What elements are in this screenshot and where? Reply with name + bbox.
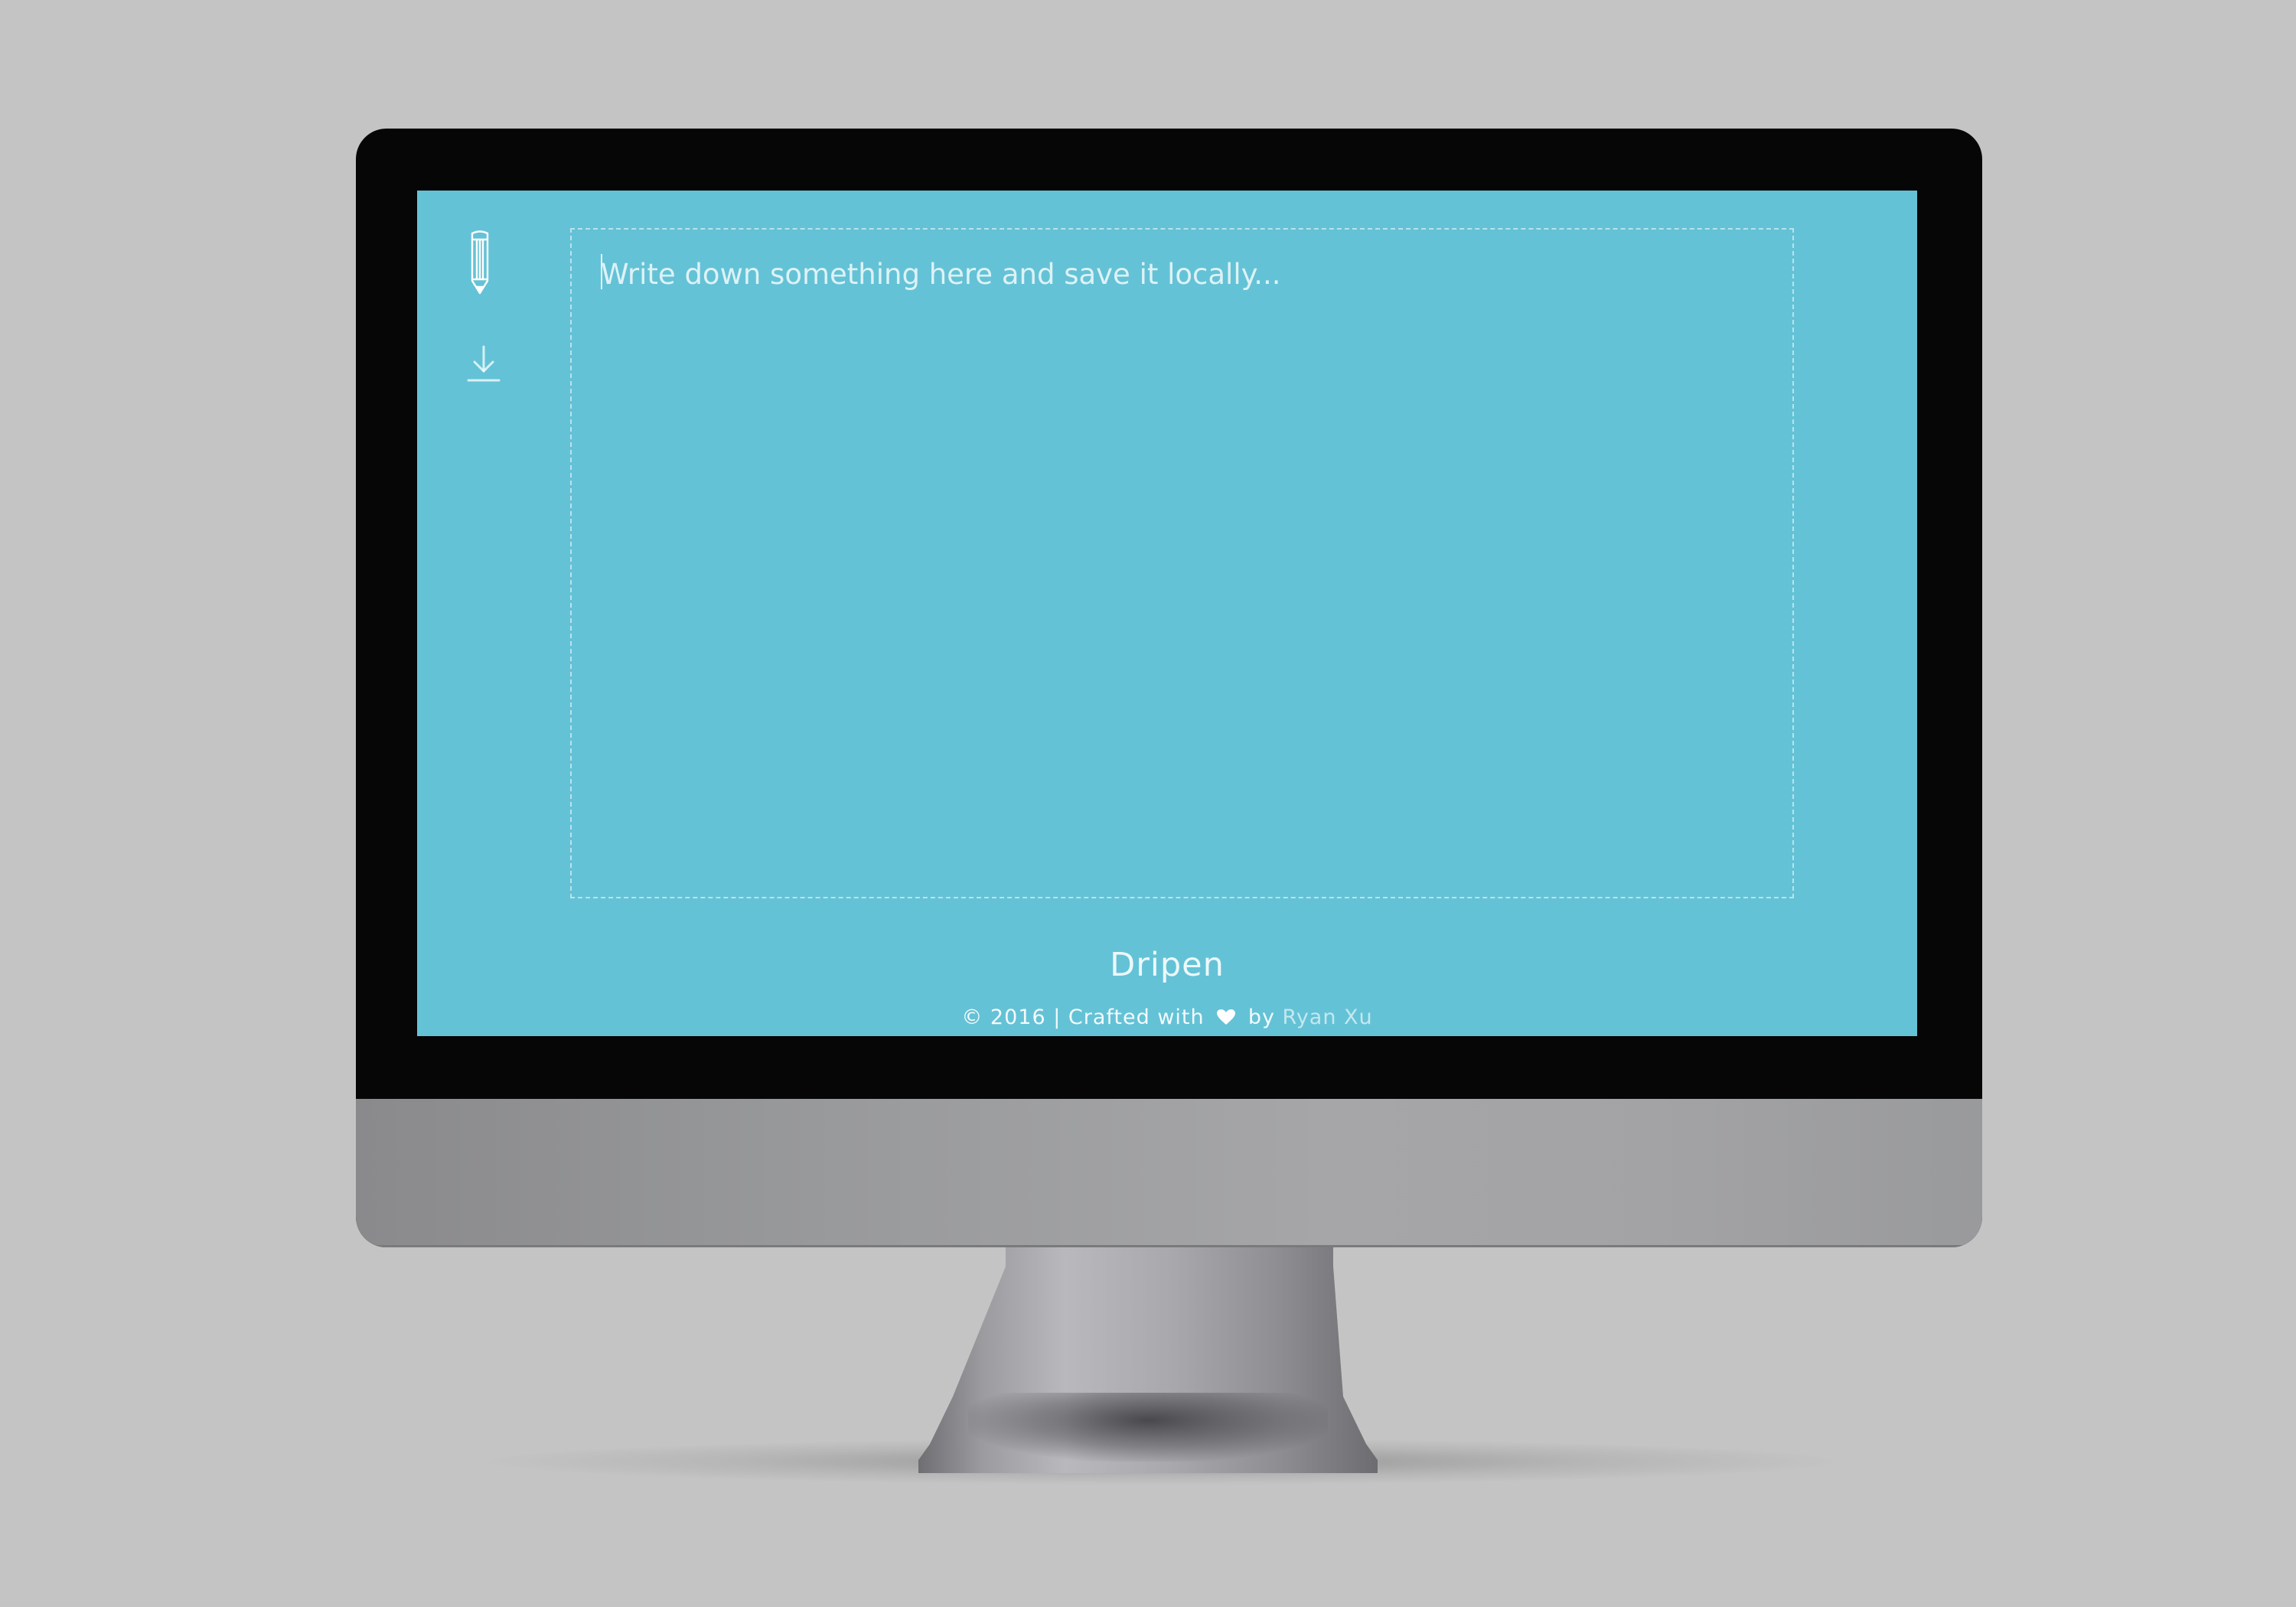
author-link[interactable]: Ryan Xu <box>1283 1006 1373 1029</box>
download-icon[interactable] <box>466 344 501 383</box>
note-editor[interactable] <box>570 228 1794 898</box>
monitor-chin <box>356 1099 1982 1247</box>
stand-shading <box>968 1393 1328 1462</box>
pencil-icon[interactable] <box>468 229 492 295</box>
monitor: Dripen © 2016 | Crafted with by Ryan Xu <box>356 129 1982 1247</box>
copyright-text: © 2016 | Crafted with <box>961 1006 1205 1029</box>
note-input[interactable] <box>601 251 1749 297</box>
app-title: Dripen <box>1110 946 1225 984</box>
footer: © 2016 | Crafted with by Ryan Xu <box>417 1006 1917 1029</box>
by-text: by <box>1247 1006 1275 1029</box>
app-screen: Dripen © 2016 | Crafted with by Ryan Xu <box>417 191 1917 1036</box>
heart-icon <box>1217 1009 1236 1025</box>
